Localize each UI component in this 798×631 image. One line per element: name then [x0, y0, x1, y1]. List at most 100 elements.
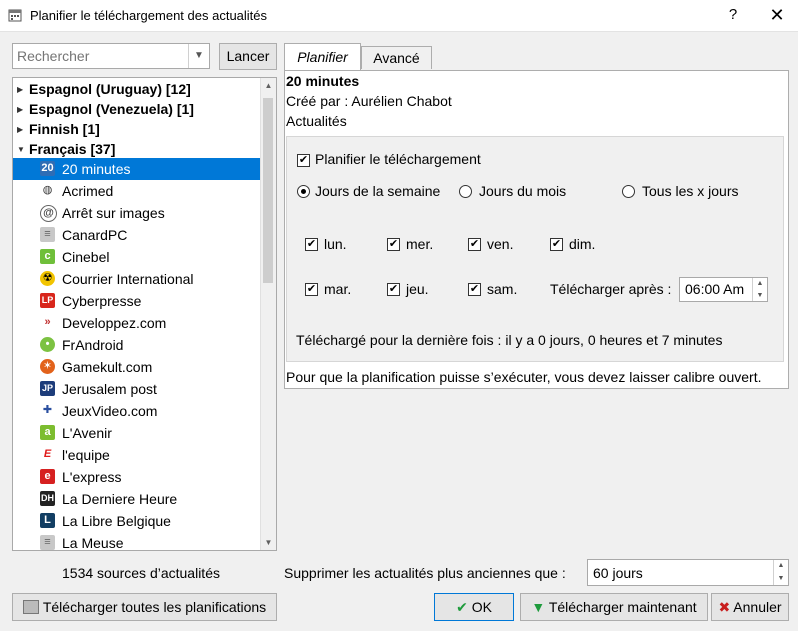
- scrollbar-thumb[interactable]: [263, 98, 273, 283]
- download-now-button[interactable]: ▼ Télécharger maintenant: [520, 593, 708, 621]
- recipe-item[interactable]: ≡ CanardPC: [13, 224, 263, 246]
- recipe-item[interactable]: 20 20 minutes: [13, 158, 263, 180]
- cancel-button[interactable]: ✖ Annuler: [711, 593, 789, 621]
- cinebel-icon: c: [40, 249, 55, 264]
- recipe-item[interactable]: @ Arrêt sur images: [13, 202, 263, 224]
- libre-icon: L: [40, 513, 55, 528]
- newspaper-icon: [22, 600, 39, 614]
- day-lun-label: lun.: [324, 236, 347, 252]
- at-icon: @: [40, 205, 57, 222]
- expand-arrow-icon[interactable]: ▶: [17, 119, 23, 140]
- scroll-up-icon[interactable]: ▲: [261, 78, 276, 93]
- tree-scrollbar[interactable]: ▲ ▼: [260, 78, 276, 550]
- globe-icon: ◍: [40, 183, 55, 198]
- delete-older-label: Supprimer les actualités plus anciennes …: [284, 565, 566, 581]
- recipe-item[interactable]: ✶ Gamekult.com: [13, 356, 263, 378]
- jp-icon: JP: [40, 381, 55, 396]
- day-mar-checkbox[interactable]: ✔: [305, 283, 318, 296]
- chevron-down-icon[interactable]: ▼: [188, 44, 209, 68]
- schedule-group: ✔ Planifier le téléchargement Jours de l…: [286, 136, 784, 362]
- day-dim-label: dim.: [569, 236, 596, 252]
- express-icon: e: [40, 469, 55, 484]
- collapse-arrow-icon[interactable]: ▼: [17, 139, 25, 160]
- scroll-down-icon[interactable]: ▼: [261, 535, 276, 550]
- info-text: Pour que la planification puisse s’exécu…: [286, 369, 762, 385]
- recipe-item[interactable]: DH La Derniere Heure: [13, 488, 263, 510]
- spin-down-icon[interactable]: ▼: [774, 573, 788, 586]
- time-value: 06:00 Am: [685, 281, 745, 297]
- schedule-enable-label: Planifier le téléchargement: [315, 151, 481, 167]
- search-go-button[interactable]: Lancer: [219, 43, 277, 70]
- download-after-label: Télécharger après :: [550, 281, 672, 297]
- recipe-tree[interactable]: ▶ Espagnol (Uruguay) [12] ▶ Espagnol (Vene…: [12, 77, 277, 551]
- calendar-app-icon: [8, 8, 22, 22]
- search-combobox[interactable]: ▼: [12, 43, 210, 69]
- expand-arrow-icon[interactable]: ▶: [17, 99, 23, 120]
- time-spinbox[interactable]: 06:00 Am ▲ ▼: [679, 277, 768, 302]
- recipe-item[interactable]: ☢ Courrier International: [13, 268, 263, 290]
- delete-days-value: 60 jours: [593, 565, 643, 581]
- window-title: Planifier le téléchargement des actualit…: [30, 8, 268, 23]
- newspaper-icon: ≡: [40, 227, 55, 242]
- feed-author: Créé par : Aurélien Chabot: [286, 93, 452, 109]
- day-mer-checkbox[interactable]: ✔: [387, 238, 400, 251]
- day-sam-checkbox[interactable]: ✔: [468, 283, 481, 296]
- last-download-text: Téléchargé pour la dernière fois : il y …: [296, 332, 723, 348]
- recipe-item[interactable]: El'equipe: [13, 444, 263, 466]
- day-jeu-checkbox[interactable]: ✔: [387, 283, 400, 296]
- schedule-enable-checkbox[interactable]: ✔: [297, 154, 310, 167]
- recipe-item[interactable]: L La Libre Belgique: [13, 510, 263, 532]
- time-spin-buttons[interactable]: ▲ ▼: [752, 278, 767, 301]
- day-dim-checkbox[interactable]: ✔: [550, 238, 563, 251]
- spin-down-icon[interactable]: ▼: [753, 290, 767, 302]
- developpez-icon: »: [40, 315, 55, 330]
- x-icon: ✖: [718, 599, 731, 615]
- download-arrow-icon: ▼: [531, 599, 546, 615]
- day-mer-label: mer.: [406, 236, 434, 252]
- day-sam-label: sam.: [487, 281, 518, 297]
- day-ven-checkbox[interactable]: ✔: [468, 238, 481, 251]
- mode-week-label: Jours de la semaine: [315, 183, 441, 199]
- tab-avance[interactable]: Avancé: [361, 46, 432, 69]
- recipe-item[interactable]: JP Jerusalem post: [13, 378, 263, 400]
- mode-week-radio[interactable]: [297, 185, 310, 198]
- day-ven-label: ven.: [487, 236, 514, 252]
- ok-button[interactable]: ✔ OK: [434, 593, 514, 621]
- mode-month-label: Jours du mois: [479, 183, 567, 199]
- recipe-item[interactable]: LP Cyberpresse: [13, 290, 263, 312]
- spin-up-icon[interactable]: ▲: [753, 278, 767, 290]
- check-icon: ✔: [456, 599, 468, 615]
- gamekult-icon: ✶: [40, 359, 55, 374]
- radiation-icon: ☢: [40, 271, 55, 286]
- recipe-item[interactable]: ≡ La Meuse: [13, 532, 263, 550]
- day-jeu-label: jeu.: [406, 281, 429, 297]
- search-input[interactable]: [13, 44, 193, 68]
- equipe-icon: E: [40, 447, 55, 462]
- spin-up-icon[interactable]: ▲: [774, 560, 788, 573]
- close-button[interactable]: ✕: [760, 4, 794, 26]
- feed-category: Actualités: [286, 113, 347, 129]
- tab-planifier[interactable]: Planifier: [284, 43, 361, 71]
- help-button[interactable]: ?: [720, 4, 746, 26]
- 20-minutes-icon: 20: [40, 161, 55, 176]
- gamepad-icon: ✚: [40, 403, 55, 418]
- recipe-item[interactable]: c Cinebel: [13, 246, 263, 268]
- avenir-icon: a: [40, 425, 55, 440]
- feed-title: 20 minutes: [286, 73, 360, 89]
- delete-days-spinbox[interactable]: 60 jours ▲ ▼: [587, 559, 789, 586]
- recipe-item[interactable]: e L'express: [13, 466, 263, 488]
- day-mar-label: mar.: [324, 281, 352, 297]
- recipe-item[interactable]: » Developpez.com: [13, 312, 263, 334]
- mode-every-label: Tous les x jours: [642, 183, 739, 199]
- mode-month-radio[interactable]: [459, 185, 472, 198]
- days-spin-buttons[interactable]: ▲ ▼: [773, 560, 788, 585]
- recipe-item[interactable]: • FrAndroid: [13, 334, 263, 356]
- download-all-button[interactable]: Télécharger toutes les planifications: [12, 593, 277, 621]
- recipe-item[interactable]: ✚ JeuxVideo.com: [13, 400, 263, 422]
- day-lun-checkbox[interactable]: ✔: [305, 238, 318, 251]
- recipe-item[interactable]: ◍ Acrimed: [13, 180, 263, 202]
- expand-arrow-icon[interactable]: ▶: [17, 79, 23, 100]
- newspaper-icon: ≡: [40, 535, 55, 550]
- mode-every-radio[interactable]: [622, 185, 635, 198]
- recipe-item[interactable]: a L'Avenir: [13, 422, 263, 444]
